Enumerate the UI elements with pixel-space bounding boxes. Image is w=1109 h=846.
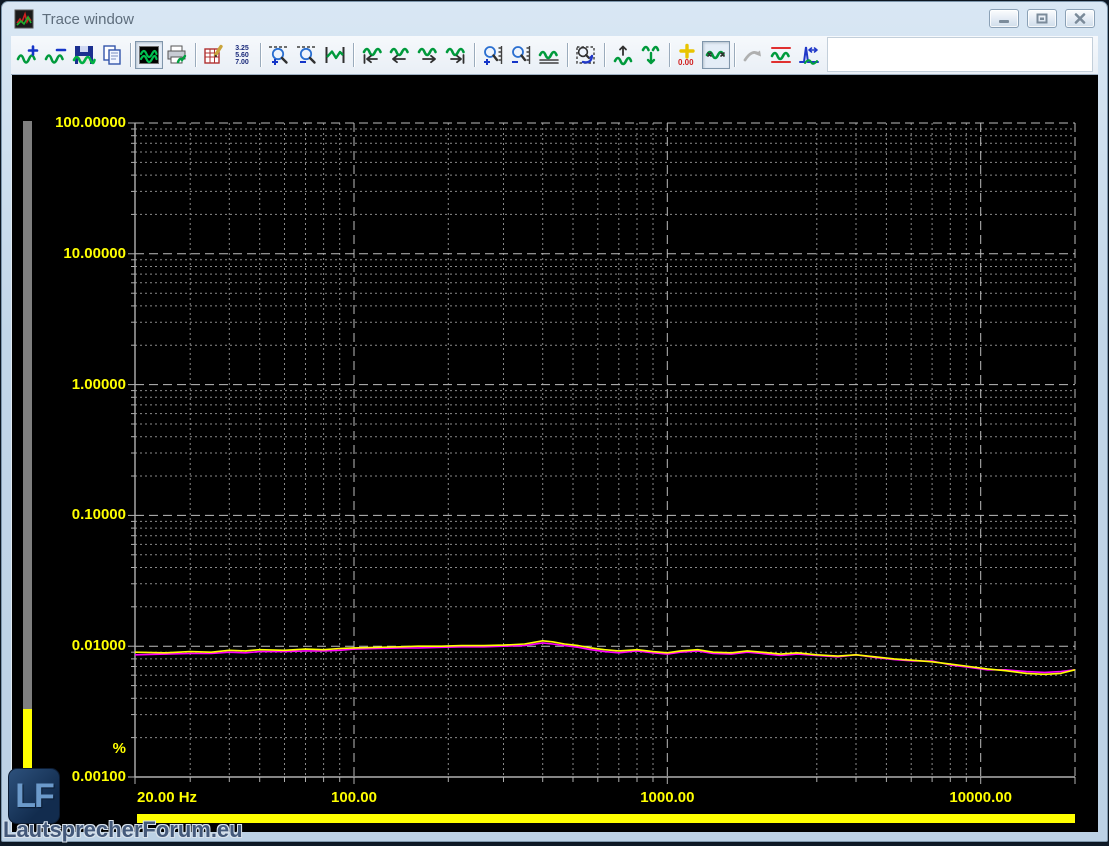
- subtract-trace-icon: [44, 43, 68, 67]
- subtract-trace-button[interactable]: [42, 41, 70, 69]
- x-tick-label: 1000.00: [607, 789, 727, 806]
- close-button[interactable]: [1065, 9, 1095, 28]
- normalize-trace-button[interactable]: [535, 41, 563, 69]
- toolbar-blank-panel: [827, 37, 1093, 72]
- scroll-far-left-icon: [360, 43, 384, 67]
- printer-icon: [165, 43, 189, 67]
- x-tick-label: 100.00: [294, 789, 414, 806]
- title-bar[interactable]: Trace window: [2, 2, 1107, 36]
- value-list-line: 5.60: [235, 52, 249, 59]
- copy-trace-button[interactable]: [98, 41, 126, 69]
- fit-horizontal-icon: [323, 43, 347, 67]
- limit-lines-icon: [769, 43, 793, 67]
- scroll-right-button[interactable]: [414, 41, 442, 69]
- zoom-x-out-button[interactable]: [293, 41, 321, 69]
- show-value-list-button[interactable]: 3.25 5.60 7.00: [228, 41, 256, 69]
- markers-icon: [704, 43, 728, 67]
- x-tick-label: 20.00 Hz: [137, 789, 197, 806]
- toolbar-separator: [195, 43, 196, 67]
- show-trace-window-button[interactable]: [135, 41, 163, 69]
- toolbar-separator: [734, 43, 735, 67]
- move-down-icon: [639, 43, 663, 67]
- zoom-y-in-button[interactable]: [479, 41, 507, 69]
- toolbar-separator: [567, 43, 568, 67]
- plot-area[interactable]: % 100.00000 10.00000 1.00000 0.10000 0.01000…: [11, 75, 1098, 832]
- trace-magenta: [135, 643, 1075, 673]
- y-tick-label: 10.00000: [12, 245, 126, 262]
- toggle-markers-button[interactable]: [702, 41, 730, 69]
- measure-gate-button[interactable]: [795, 41, 823, 69]
- toolbar-separator: [604, 43, 605, 67]
- toolbar-separator: [130, 43, 131, 67]
- watermark-text: LautsprecherForum.eu: [3, 817, 243, 843]
- zoom-y-out-button[interactable]: [507, 41, 535, 69]
- chart-canvas: [12, 75, 1099, 837]
- copy-icon: [100, 43, 124, 67]
- edit-trace-values-button[interactable]: [200, 41, 228, 69]
- toolbar: 3.25 5.60 7.00: [11, 36, 1098, 75]
- y-tick-label: 0.01000: [12, 637, 126, 654]
- y-tick-label: 100.00000: [12, 114, 126, 131]
- toolbar-separator: [474, 43, 475, 67]
- move-trace-down-button[interactable]: [637, 41, 665, 69]
- scroll-far-right-button[interactable]: [442, 41, 470, 69]
- window-title: Trace window: [42, 11, 134, 28]
- zoom-selection-button[interactable]: [572, 41, 600, 69]
- move-up-icon: [611, 43, 635, 67]
- toolbar-separator: [669, 43, 670, 67]
- toolbar-separator: [260, 43, 261, 67]
- show-limits-button[interactable]: [767, 41, 795, 69]
- scroll-far-right-icon: [444, 43, 468, 67]
- fit-trace-horizontal-button[interactable]: [321, 41, 349, 69]
- minimize-icon: [998, 14, 1010, 24]
- x-tick-label: 10000.00: [921, 789, 1041, 806]
- frequency-range-bar[interactable]: [137, 814, 1075, 823]
- value-list-icon: 3.25 5.60 7.00: [235, 45, 249, 66]
- y-tick-label: 0.10000: [12, 506, 126, 523]
- scroll-left-icon: [388, 43, 412, 67]
- y-axis-unit-label: %: [12, 740, 126, 757]
- normalize-icon: [537, 43, 561, 67]
- zoom-x-in-button[interactable]: [265, 41, 293, 69]
- origin-crosshair-icon: 0.00: [676, 43, 700, 67]
- lautsprecherforum-logo: LF: [8, 768, 60, 824]
- trace-display-icon: [137, 43, 161, 67]
- zoom-selection-icon: [574, 43, 598, 67]
- toolbar-separator: [353, 43, 354, 67]
- logo-text: LF: [15, 777, 53, 816]
- set-origin-button[interactable]: 0.00: [674, 41, 702, 69]
- gate-window-icon: [797, 43, 821, 67]
- add-trace-button[interactable]: [14, 41, 42, 69]
- save-trace-icon: [72, 43, 96, 67]
- zoom-y-in-icon: [481, 43, 505, 67]
- edit-table-icon: [202, 43, 226, 67]
- level-meter-track: [23, 121, 32, 709]
- value-list-line: 3.25: [235, 45, 249, 52]
- scroll-right-icon: [416, 43, 440, 67]
- zoom-y-out-icon: [509, 43, 533, 67]
- trace-plot-svg: [12, 75, 1099, 832]
- scroll-far-left-button[interactable]: [358, 41, 386, 69]
- value-list-line: 7.00: [235, 59, 249, 66]
- zoom-x-out-icon: [295, 43, 319, 67]
- scroll-left-button[interactable]: [386, 41, 414, 69]
- save-trace-button[interactable]: [70, 41, 98, 69]
- close-icon: [1074, 13, 1086, 24]
- zoom-x-in-icon: [267, 43, 291, 67]
- shift-trace-icon: [741, 43, 765, 67]
- print-trace-button[interactable]: [163, 41, 191, 69]
- app-icon: [14, 9, 34, 29]
- add-trace-icon: [16, 43, 40, 67]
- y-tick-label: 1.00000: [12, 376, 126, 393]
- minimize-button[interactable]: [989, 9, 1019, 28]
- move-trace-up-button[interactable]: [609, 41, 637, 69]
- maximize-button[interactable]: [1027, 9, 1057, 28]
- trace-window: Trace window: [1, 1, 1108, 842]
- svg-text:0.00: 0.00: [678, 58, 694, 67]
- shift-trace-button[interactable]: [739, 41, 767, 69]
- window-controls: [989, 9, 1095, 28]
- maximize-icon: [1036, 13, 1048, 24]
